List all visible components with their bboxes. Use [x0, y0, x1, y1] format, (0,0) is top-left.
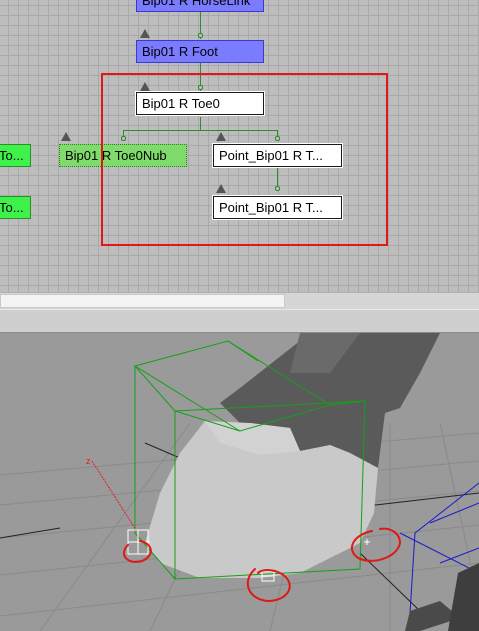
viewport-scene: z	[0, 333, 479, 631]
node-left-green-1-label: To...	[0, 148, 24, 163]
annotation-rectangle	[101, 73, 388, 246]
schematic-horizontal-scrollbar[interactable]	[0, 292, 479, 309]
axis-z	[91, 460, 139, 534]
node-horselink[interactable]: Bip01 R HorseLink	[136, 0, 264, 12]
node-toe0nub-collapse-triangle[interactable]	[61, 132, 71, 141]
pivot-helper-left[interactable]	[127, 529, 150, 555]
perspective-viewport[interactable]: z	[0, 333, 479, 631]
node-horselink-label: Bip01 R HorseLink	[142, 0, 251, 8]
schematic-view[interactable]: Bip01 R HorseLink Bip01 R Foot Bip01 R T…	[0, 0, 479, 292]
node-foot-label: Bip01 R Foot	[142, 44, 218, 59]
axis-z-label: z	[86, 456, 91, 466]
node-left-green-1[interactable]: To...	[0, 144, 31, 167]
node-foot-collapse-triangle[interactable]	[140, 29, 150, 38]
adjacent-mesh-2	[448, 563, 479, 631]
wire-cap	[198, 33, 203, 38]
node-left-green-2[interactable]: To...	[0, 196, 31, 219]
node-foot[interactable]: Bip01 R Foot	[136, 40, 264, 63]
viewport-splitter[interactable]	[0, 309, 479, 333]
pivot-helper-right[interactable]	[364, 539, 370, 545]
scrollbar-thumb[interactable]	[0, 294, 285, 308]
node-left-green-2-label: To...	[0, 200, 24, 215]
